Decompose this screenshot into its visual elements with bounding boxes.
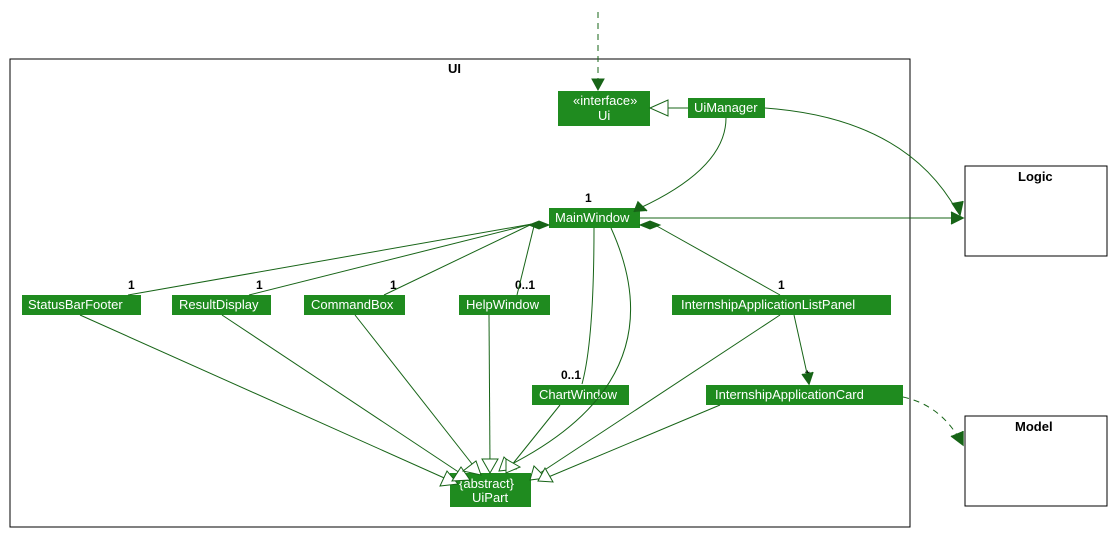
- arrowhead-card-to-model: [951, 431, 963, 445]
- node-uimanager-label: UiManager: [694, 100, 758, 115]
- arrowhead-mainwindow-to-logic: [951, 212, 963, 224]
- node-statusbarfooter-label: StatusBarFooter: [28, 297, 123, 312]
- node-ui-interface-stereotype: «interface»: [573, 93, 637, 108]
- arrowhead-uimanager-to-mainwindow: [634, 202, 647, 212]
- package-model-label: Model: [1015, 419, 1053, 434]
- mult-ialistpanel: 1: [778, 278, 785, 292]
- node-commandbox-label: CommandBox: [311, 297, 394, 312]
- arrowhead-listpanel-card: [802, 372, 813, 384]
- edge-card-uipart: [546, 405, 720, 478]
- mult-resultdisplay: 1: [256, 278, 263, 292]
- node-internshipapplicationlistpanel-label: InternshipApplicationListPanel: [681, 297, 855, 312]
- node-chartwindow-label: ChartWindow: [539, 387, 618, 402]
- tri-hw: [482, 459, 498, 473]
- edge-sbf-uipart: [80, 315, 451, 481]
- edge-mainwindow-ialistpanel: [655, 225, 780, 295]
- edge-listpanel-card: [794, 315, 808, 378]
- node-ui-interface-name: Ui: [598, 108, 610, 123]
- edge-mainwindow-commandbox: [384, 224, 532, 295]
- edge-card-to-model: [903, 397, 960, 440]
- node-uipart-name: UiPart: [472, 490, 509, 505]
- arrowhead-uimanager-implements-ui: [650, 100, 668, 116]
- node-mainwindow-label: MainWindow: [555, 210, 630, 225]
- mult-mainwindow: 1: [585, 191, 592, 205]
- edge-mainwindow-statusbarfooter: [128, 224, 532, 295]
- diamond-mainwindow-left: [529, 221, 549, 229]
- edge-uimanager-to-logic: [765, 108, 957, 211]
- mult-chartwindow: 0..1: [561, 368, 581, 382]
- edge-cw-uipart: [511, 405, 560, 466]
- package-ui-label: UI: [448, 61, 461, 76]
- node-helpwindow-label: HelpWindow: [466, 297, 540, 312]
- uml-class-diagram: UI Logic Model «interface» Ui UiManager …: [0, 0, 1115, 533]
- package-logic-label: Logic: [1018, 169, 1053, 184]
- mult-statusbarfooter: 1: [128, 278, 135, 292]
- package-ui-border: [10, 59, 910, 527]
- arrowhead-external-to-ui: [592, 79, 604, 90]
- node-resultdisplay-label: ResultDisplay: [179, 297, 259, 312]
- diamond-mainwindow-right: [640, 221, 660, 229]
- edge-hw-uipart: [489, 315, 490, 465]
- node-internshipapplicationcard-label: InternshipApplicationCard: [715, 387, 864, 402]
- edge-mainwindow-chartwindow: [582, 228, 594, 384]
- edge-uimanager-to-mainwindow: [640, 118, 726, 208]
